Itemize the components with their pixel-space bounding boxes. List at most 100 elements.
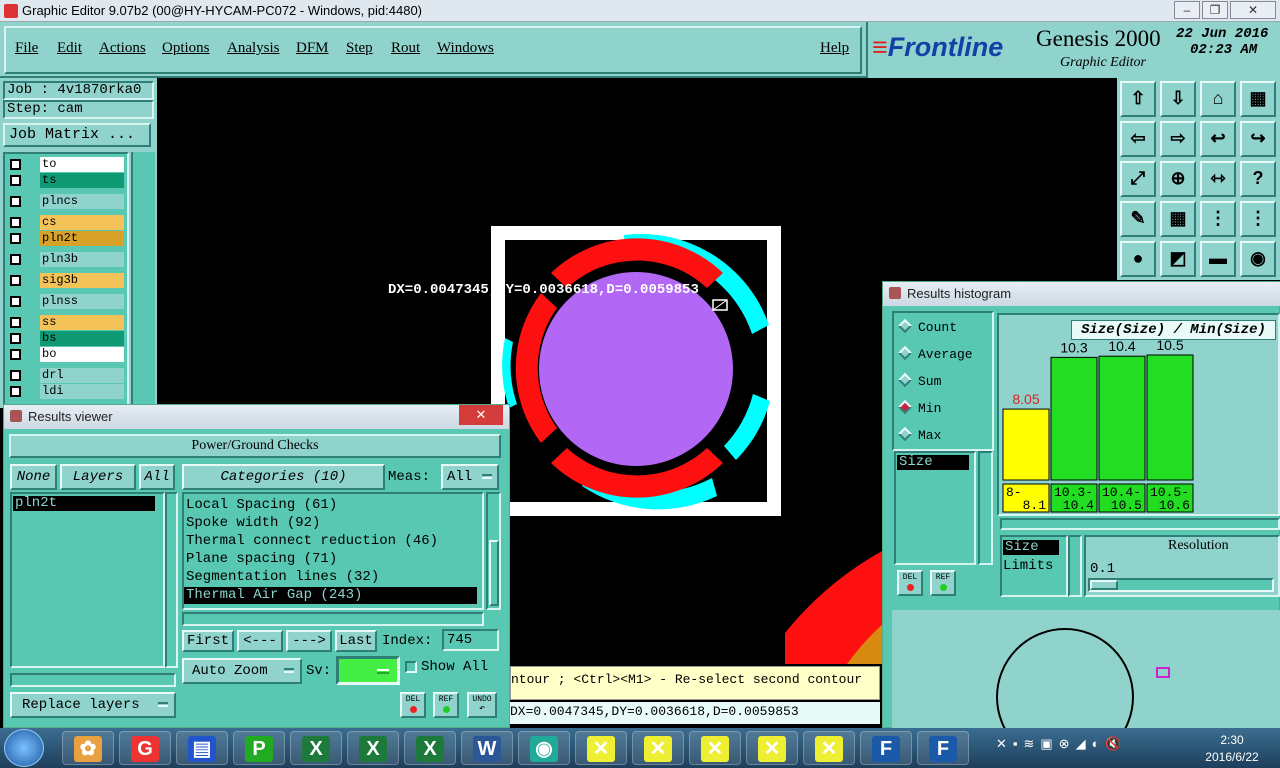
mode-radio-min[interactable]: Min [897,399,941,416]
home-view-icon[interactable]: ⌂ [1200,81,1236,117]
shape-icon[interactable]: ◩ [1160,241,1196,277]
del-button[interactable]: DEL [400,692,426,718]
category-item[interactable]: Plane spacing (71) [184,551,477,568]
grid-view-icon[interactable]: ▦ [1240,81,1276,117]
layer-row[interactable]: drl [8,368,124,383]
menu-analysis[interactable]: Analysis [227,40,280,57]
undo-view-icon[interactable]: ↩ [1200,121,1236,157]
editor-window-icon[interactable]: ✕ [803,731,855,765]
histogram-bar[interactable] [1050,356,1098,481]
edit-icon[interactable]: ✎ [1120,201,1156,237]
layer-row[interactable]: ts [8,173,124,188]
limits-item[interactable]: Limits [1003,558,1053,574]
histogram-del-button[interactable]: DEL [897,570,923,596]
layer-list-vscroll[interactable] [165,492,178,668]
results-viewer-close-button[interactable]: ✕ [459,405,503,425]
zoom-extents-icon[interactable]: ⤢ [1120,161,1156,197]
sv-color-select[interactable] [336,656,400,685]
categories-hscroll[interactable] [182,612,484,626]
pad-icon[interactable]: ● [1120,241,1156,277]
scale-icon[interactable]: ⇿ [1200,161,1236,197]
editor-window-icon[interactable]: ✕ [689,731,741,765]
excel-icon[interactable]: X [347,731,399,765]
category-item[interactable]: Thermal Air Gap (243) [184,587,477,604]
layer-checkbox[interactable] [10,370,21,381]
mode-radio-average[interactable]: Average [897,345,973,362]
minimize-button[interactable]: ‒ [1174,1,1200,19]
resolution-slider-thumb[interactable] [1090,580,1118,590]
replace-layers-button[interactable]: Replace layers [10,692,176,718]
size-item[interactable]: Size [1003,540,1059,555]
layer-checkbox[interactable] [10,275,21,286]
pan-right-icon[interactable]: ⇨ [1160,121,1196,157]
pan-down-icon[interactable]: ⇩ [1160,81,1196,117]
explorer-icon[interactable]: ✿ [62,731,114,765]
layer-row[interactable]: cs [8,215,124,230]
menu-edit[interactable]: Edit [57,40,82,57]
mode-radio-sum[interactable]: Sum [897,372,941,389]
first-button[interactable]: First [182,630,234,652]
menu-dfm[interactable]: DFM [296,40,329,57]
excel-icon[interactable]: X [290,731,342,765]
layer-checkbox[interactable] [10,233,21,244]
layer-row[interactable]: plncs [8,194,124,209]
none-button[interactable]: None [10,464,57,490]
layer-tree-icon[interactable]: ⋮ [1200,201,1236,237]
redo-view-icon[interactable]: ↪ [1240,121,1276,157]
category-item[interactable]: Segmentation lines (32) [184,569,477,586]
close-window-button[interactable]: ✕ [1230,1,1276,19]
snap-grid-icon[interactable]: ▦ [1160,201,1196,237]
layer-checkbox[interactable] [10,159,21,170]
app-p-icon[interactable]: P [233,731,285,765]
mode-radio-max[interactable]: Max [897,426,941,443]
ruler-icon[interactable]: ▬ [1200,241,1236,277]
layer-checkbox[interactable] [10,333,21,344]
frontline-icon[interactable]: F [917,731,969,765]
editor-window-icon[interactable]: ✕ [746,731,798,765]
save-icon[interactable]: ▤ [176,731,228,765]
size-limits-scroll[interactable] [1068,535,1082,597]
menu-help[interactable]: Help [820,40,849,57]
layer-list-hscroll[interactable] [10,673,176,687]
resolution-slider[interactable] [1088,578,1274,592]
frontline-icon[interactable]: F [860,731,912,765]
layer-tree-alt-icon[interactable]: ⋮ [1240,201,1276,237]
layer-checkbox[interactable] [10,349,21,360]
layer-row[interactable]: ss [8,315,124,330]
editor-window-icon[interactable]: ✕ [575,731,627,765]
layer-list-scrollbar[interactable] [131,152,155,408]
category-item[interactable]: Spoke width (92) [184,515,477,532]
layer-checkbox[interactable] [10,296,21,307]
categories-vscroll-thumb[interactable] [489,540,499,606]
categories-button[interactable]: Categories (10) [182,464,385,490]
menu-rout[interactable]: Rout [391,40,420,57]
histogram-ref-button[interactable]: REF [930,570,956,596]
menu-file[interactable]: File [15,40,38,57]
histogram-list-item[interactable]: Size [897,455,969,470]
selected-layer-item[interactable]: pln2t [13,496,155,511]
ref-button[interactable]: REF [433,692,459,718]
auto-zoom-select[interactable]: Auto Zoom [182,658,302,684]
histogram-bar[interactable] [1098,355,1146,481]
zoom-center-icon[interactable]: ⊕ [1160,161,1196,197]
index-input[interactable]: 745 [442,629,499,651]
meas-select[interactable]: All [441,464,499,490]
layer-checkbox[interactable] [10,254,21,265]
layer-row[interactable]: bs [8,331,124,346]
eye-app-icon[interactable]: ◉ [518,731,570,765]
next-button[interactable]: ---> [286,630,332,652]
layer-checkbox[interactable] [10,196,21,207]
maximize-button[interactable]: ❐ [1202,1,1228,19]
editor-window-icon[interactable]: ✕ [632,731,684,765]
app-g-icon[interactable]: G [119,731,171,765]
layer-checkbox[interactable] [10,317,21,328]
layer-checkbox[interactable] [10,175,21,186]
job-matrix-button[interactable]: Job Matrix ... [3,123,151,147]
mode-radio-count[interactable]: Count [897,318,957,335]
prev-button[interactable]: <--- [237,630,283,652]
menu-step[interactable]: Step [346,40,373,57]
show-all-checkbox[interactable] [405,661,417,673]
layer-row[interactable]: bo [8,347,124,362]
word-icon[interactable]: W [461,731,513,765]
pan-up-icon[interactable]: ⇧ [1120,81,1156,117]
